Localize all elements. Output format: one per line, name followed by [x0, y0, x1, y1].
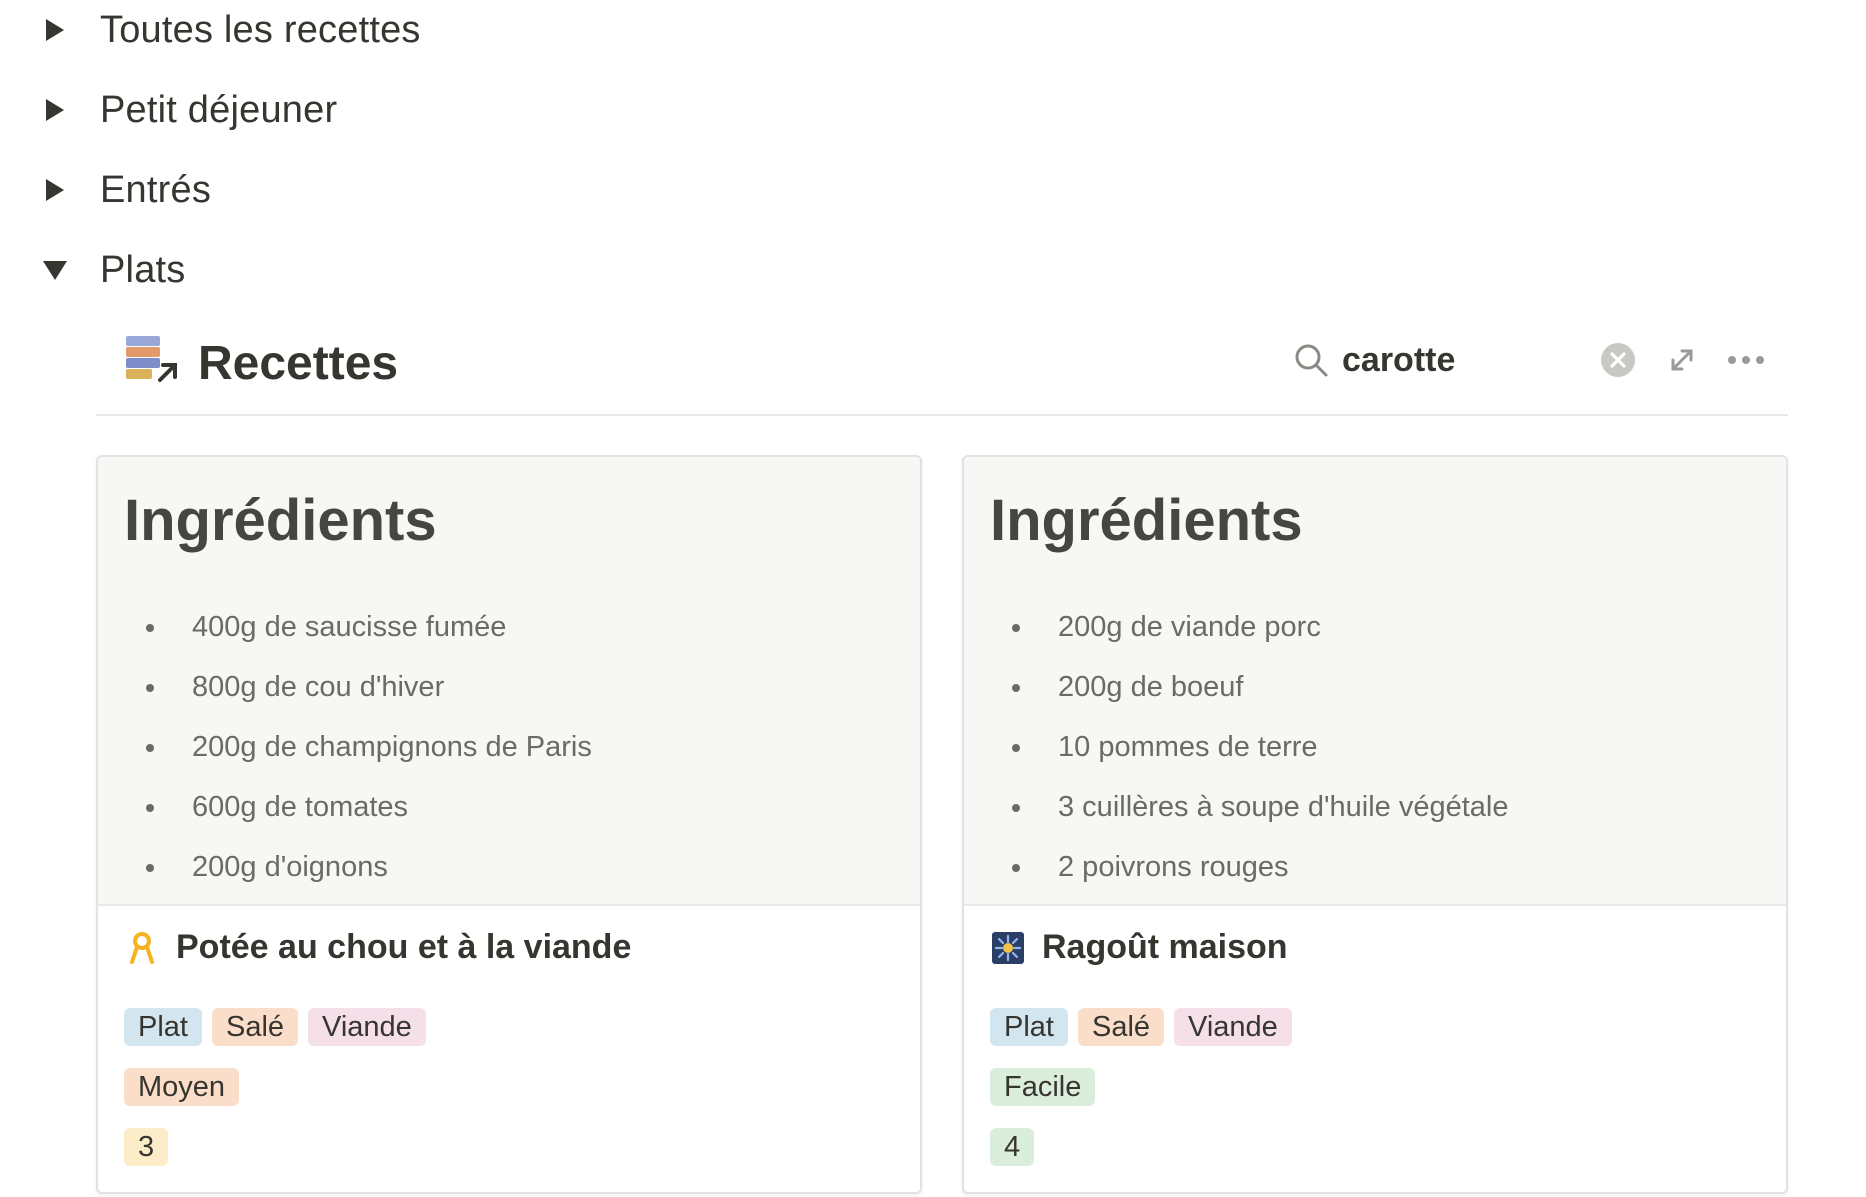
linked-database-icon: [122, 334, 178, 384]
tag-row: Plat Salé Viande: [124, 1008, 426, 1046]
toggle-label: Toutes les recettes: [100, 8, 421, 51]
number-tag: 3: [124, 1128, 169, 1166]
ribbon-icon: [124, 930, 160, 966]
search-icon: [1294, 343, 1328, 377]
fireworks-icon: [990, 930, 1026, 966]
list-item: 200g de boeuf: [990, 657, 1509, 717]
toggle-toutes-les-recettes[interactable]: Toutes les recettes: [40, 0, 421, 60]
difficulty-tag: Facile: [990, 1068, 1096, 1106]
triangle-right-icon[interactable]: [40, 15, 70, 45]
more-options-icon[interactable]: [1722, 336, 1770, 384]
card-preview: Ingrédients 400g de saucisse fumée 800g …: [98, 457, 920, 906]
card-body: Ragoût maison Plat Salé Viande Facile 4: [964, 906, 1786, 1192]
card-title: Potée au chou et à la viande: [176, 928, 632, 966]
tag-plat: Plat: [124, 1008, 202, 1046]
tag-row: Plat Salé Viande: [990, 1008, 1292, 1046]
list-item: 400g de saucisse fumée: [124, 597, 592, 657]
toggle-label: Petit déjeuner: [100, 88, 338, 131]
triangle-right-icon[interactable]: [40, 95, 70, 125]
number-row: 3: [124, 1128, 169, 1166]
ingredient-list: 200g de viande porc 200g de boeuf 10 pom…: [990, 597, 1509, 897]
list-item: 2 poivrons rouges: [990, 837, 1509, 897]
card-title-row: Potée au chou et à la viande: [124, 928, 631, 967]
toggle-label: Entrés: [100, 168, 212, 211]
card-title: Ragoût maison: [1042, 928, 1288, 966]
search-box[interactable]: carotte: [1294, 334, 1455, 386]
list-item: 800g de cou d'hiver: [124, 657, 592, 717]
number-tag: 4: [990, 1128, 1035, 1166]
tag-sale: Salé: [1077, 1008, 1165, 1046]
difficulty-row: Facile: [990, 1068, 1096, 1106]
tag-plat: Plat: [990, 1008, 1068, 1046]
gallery-card[interactable]: Ingrédients 400g de saucisse fumée 800g …: [96, 455, 922, 1194]
list-item: 600g de tomates: [124, 777, 592, 837]
ingredient-list: 400g de saucisse fumée 800g de cou d'hiv…: [124, 597, 592, 897]
triangle-down-icon[interactable]: [40, 255, 70, 285]
toggle-plats[interactable]: Plats: [40, 240, 185, 300]
database-title[interactable]: Recettes: [198, 336, 398, 391]
toggle-petit-dejeuner[interactable]: Petit déjeuner: [40, 80, 337, 140]
tag-viande: Viande: [1174, 1008, 1292, 1046]
list-item: 200g d'oignons: [124, 837, 592, 897]
tag-viande: Viande: [308, 1008, 426, 1046]
gallery-card[interactable]: Ingrédients 200g de viande porc 200g de …: [962, 455, 1788, 1194]
clear-search-icon[interactable]: [1594, 336, 1642, 384]
preview-heading: Ingrédients: [124, 488, 437, 553]
list-item: 200g de viande porc: [990, 597, 1509, 657]
difficulty-tag: Moyen: [124, 1068, 240, 1106]
database-header: Recettes carotte: [96, 328, 1788, 416]
toggle-label: Plats: [100, 248, 186, 291]
list-item: 10 pommes de terre: [990, 717, 1509, 777]
card-title-row: Ragoût maison: [990, 928, 1288, 967]
list-item: 3 cuillères à soupe d'huile végétale: [990, 777, 1509, 837]
toggle-entres[interactable]: Entrés: [40, 160, 211, 220]
card-body: Potée au chou et à la viande Plat Salé V…: [98, 906, 920, 1192]
search-input[interactable]: carotte: [1342, 341, 1455, 380]
difficulty-row: Moyen: [124, 1068, 240, 1106]
number-row: 4: [990, 1128, 1035, 1166]
preview-heading: Ingrédients: [990, 488, 1303, 553]
expand-icon[interactable]: [1658, 336, 1706, 384]
triangle-right-icon[interactable]: [40, 175, 70, 205]
card-preview: Ingrédients 200g de viande porc 200g de …: [964, 457, 1786, 906]
list-item: 200g de champignons de Paris: [124, 717, 592, 777]
tag-sale: Salé: [211, 1008, 299, 1046]
